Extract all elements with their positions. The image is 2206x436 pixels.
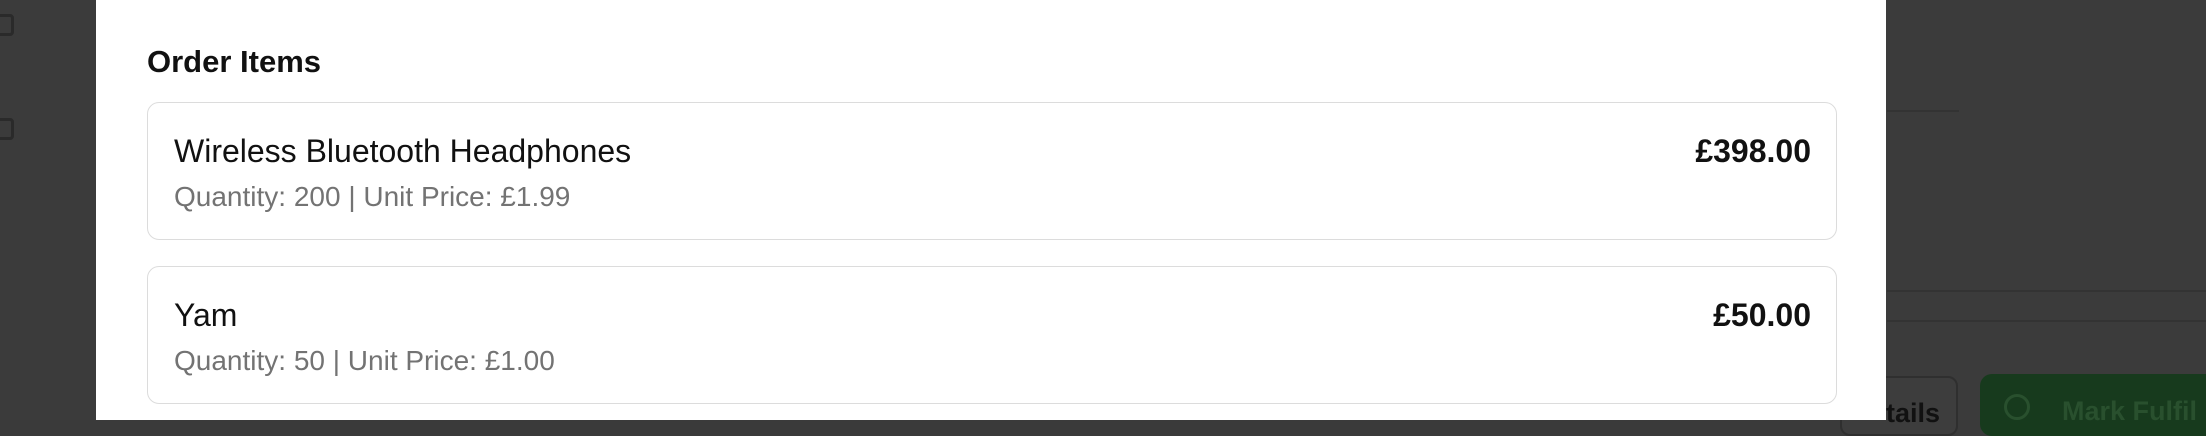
item-quantity-price: Quantity: 200 | Unit Price: £1.99 [174,181,571,212]
check-circle-icon [2004,394,2030,420]
order-item-card: Yam Quantity: 50 | Unit Price: £1.00 £50… [147,266,1837,404]
lock-icon [0,14,14,36]
divider [1887,110,1959,112]
divider [1887,290,2206,292]
view-details-label: tails [1885,398,1940,428]
mark-fulfilled-button[interactable]: Mark Fulfil [1980,374,2206,436]
lock-icon [0,118,14,140]
item-total: £398.00 [1695,133,1811,169]
item-name: Yam [174,297,238,333]
section-title: Order Items [147,44,322,79]
item-quantity-price: Quantity: 50 | Unit Price: £1.00 [174,345,555,376]
divider [1887,320,2206,322]
order-details-modal: Order Items Wireless Bluetooth Headphone… [96,0,1886,420]
item-name: Wireless Bluetooth Headphones [174,133,632,169]
item-total: £50.00 [1713,297,1811,333]
order-item-card: Wireless Bluetooth Headphones Quantity: … [147,102,1837,240]
mark-fulfilled-label: Mark Fulfil [2062,396,2198,426]
